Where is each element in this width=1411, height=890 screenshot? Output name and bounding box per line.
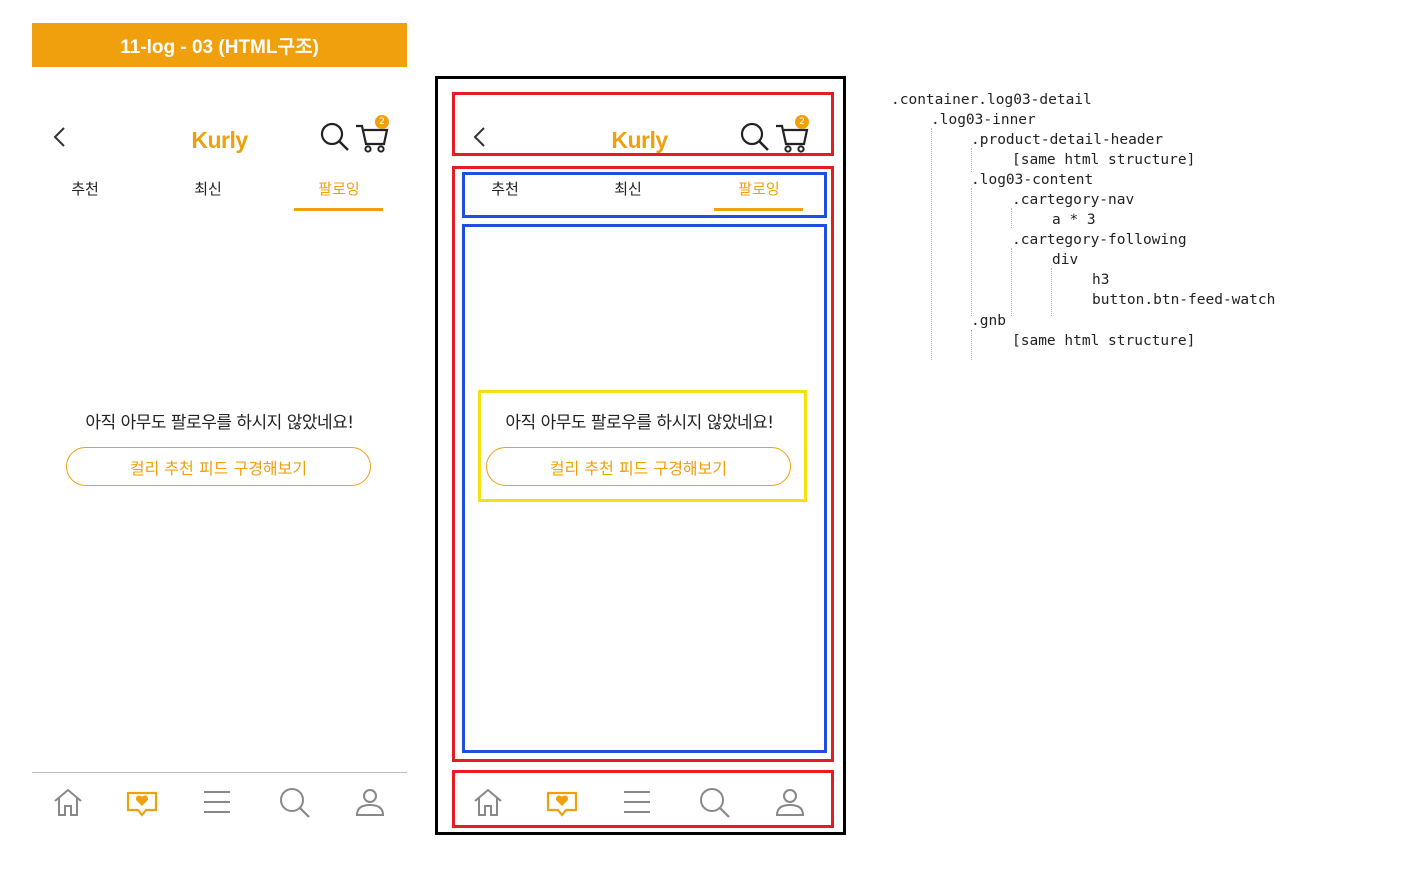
- tree-node: [same html structure]: [1012, 333, 1196, 349]
- gnb-divider: [32, 772, 407, 773]
- menu-icon[interactable]: [201, 786, 233, 818]
- gnb: [32, 772, 407, 832]
- tree-guide: [1051, 268, 1052, 316]
- tree-node: div: [1052, 252, 1079, 268]
- tree-guide: [1011, 248, 1012, 316]
- tree-node: .product-detail-header: [971, 132, 1164, 148]
- tree-guide: [971, 188, 972, 316]
- product-detail-header: Kurly 2: [32, 90, 407, 170]
- tree-guide: [931, 128, 932, 360]
- user-icon[interactable]: [354, 786, 386, 818]
- tree-node: .log03-inner: [931, 112, 1036, 128]
- home-icon[interactable]: [52, 786, 84, 818]
- tree-node: .gnb: [971, 313, 1006, 329]
- tree-node: h3: [1092, 272, 1110, 288]
- tree-node: .cartegory-nav: [1012, 192, 1135, 208]
- tree-guide: [1011, 208, 1012, 228]
- active-tab-indicator: [294, 208, 383, 211]
- tree-node: .container.log03-detail: [891, 92, 1092, 108]
- empty-div-box: [478, 390, 807, 502]
- tab-recommend[interactable]: 추천: [40, 178, 130, 199]
- mockup-left: Kurly 2 추천 최신 팔로잉 아직 아무도 팔로우를 하시지 않았네요! …: [32, 90, 407, 890]
- tree-node: .log03-content: [971, 172, 1094, 188]
- header-region-box: [452, 92, 834, 156]
- tab-latest[interactable]: 최신: [163, 178, 253, 199]
- tree-node: button.btn-feed-watch: [1092, 292, 1276, 308]
- feed-watch-button[interactable]: 컬리 추천 피드 구경해보기: [66, 447, 371, 486]
- empty-following-message: 아직 아무도 팔로우를 하시지 않았네요!: [85, 413, 354, 433]
- tree-node: a * 3: [1052, 212, 1096, 228]
- search-icon[interactable]: [320, 122, 350, 152]
- cart-count-badge: 2: [375, 115, 389, 129]
- tree-guide: [971, 148, 972, 172]
- gnb-region-box: [452, 770, 834, 828]
- feed-heart-icon[interactable]: [126, 786, 158, 818]
- kurly-logo[interactable]: Kurly: [32, 127, 407, 154]
- category-nav: 추천 최신 팔로잉: [32, 172, 407, 212]
- tree-node: [same html structure]: [1012, 152, 1196, 168]
- tree-node: .cartegory-following: [1012, 232, 1187, 248]
- search-icon[interactable]: [278, 786, 310, 818]
- page-title: 11-log - 03 (HTML구조): [32, 23, 407, 67]
- tab-following[interactable]: 팔로잉: [294, 178, 384, 199]
- nav-region-box: [462, 172, 827, 218]
- tree-guide: [971, 330, 972, 360]
